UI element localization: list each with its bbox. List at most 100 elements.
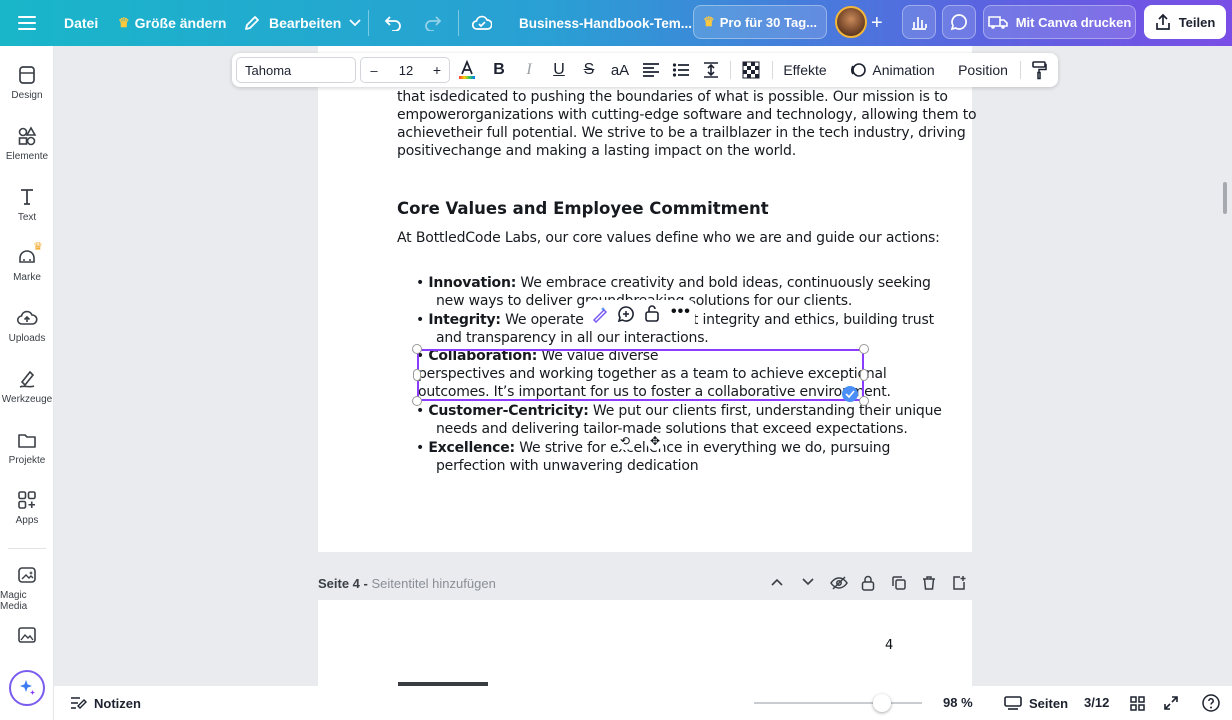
list-item-title: Excellence: — [428, 440, 515, 456]
letter-case-button[interactable]: aA — [608, 53, 632, 87]
add-page-icon[interactable] — [951, 575, 967, 591]
top-bar: Datei ♛ Größe ändern Bearbeiten Business… — [0, 0, 1232, 46]
magic-media-icon — [18, 567, 36, 583]
add-collaborator-button[interactable]: + — [871, 0, 883, 46]
zoom-value[interactable]: 98 % — [943, 695, 973, 710]
pencil-icon — [245, 16, 259, 30]
move-handle[interactable]: ✥ — [646, 432, 664, 450]
text-color-button[interactable] — [456, 53, 478, 87]
zoom-slider-fill — [754, 702, 882, 704]
transparency-button[interactable] — [740, 53, 762, 87]
font-family-select[interactable]: Tahoma — [236, 57, 356, 83]
pro-trial-button[interactable]: ♛ Pro für 30 Tag... — [693, 5, 827, 39]
resize-handle[interactable] — [412, 344, 422, 354]
zoom-slider[interactable] — [754, 694, 922, 712]
hide-page-icon[interactable] — [830, 576, 848, 590]
strikethrough-button[interactable]: S — [578, 53, 600, 87]
shapes-icon — [18, 126, 37, 146]
spacing-button[interactable] — [700, 53, 722, 87]
font-size-input[interactable]: 12 — [390, 53, 422, 87]
avatar[interactable] — [835, 6, 867, 38]
text-selection-frame[interactable] — [417, 349, 864, 401]
comments-button[interactable] — [942, 5, 976, 39]
resize-handle[interactable] — [859, 396, 869, 406]
insights-button[interactable] — [902, 5, 936, 39]
sidebar-item-uploads[interactable]: Uploads — [0, 307, 54, 344]
resize-handle[interactable] — [413, 369, 421, 381]
sidebar-item-apps[interactable]: Apps — [0, 489, 54, 526]
edit-menu[interactable]: Bearbeiten — [243, 0, 361, 46]
effects-button[interactable]: Effekte — [780, 53, 830, 87]
magic-assistant-button[interactable] — [9, 670, 45, 706]
pages-icon — [1004, 696, 1022, 710]
sidebar-item-label: Text — [17, 212, 37, 223]
share-button[interactable]: Teilen — [1144, 5, 1226, 39]
file-menu[interactable]: Datei — [64, 0, 98, 46]
lead-paragraph: At BottledCode Labs, our core values def… — [397, 230, 940, 246]
page-title[interactable]: Seite 4 - Seitentitel hinzufügen — [318, 576, 496, 591]
sidebar-item-elements[interactable]: Elemente — [0, 125, 54, 162]
section-heading: Core Values and Employee Commitment — [397, 199, 769, 218]
lock-icon[interactable] — [644, 304, 660, 322]
sidebar-item-text[interactable]: Text — [0, 186, 54, 223]
transparency-icon — [742, 61, 760, 79]
cloud-save-status[interactable] — [472, 0, 492, 46]
underline-button[interactable]: U — [548, 53, 570, 87]
sidebar-item-projects[interactable]: Projekte — [0, 429, 54, 466]
element-context-toolbar: ••• — [585, 300, 695, 328]
sidebar-item-magic-media[interactable]: Magic Media — [0, 564, 54, 612]
sidebar-item-design[interactable]: Design — [0, 64, 54, 101]
copy-style-button[interactable] — [1028, 53, 1050, 87]
italic-button[interactable]: I — [518, 53, 540, 87]
animation-button[interactable]: Animation — [844, 53, 940, 87]
print-with-canva-button[interactable]: Mit Canva drucken — [983, 5, 1136, 39]
layout-icon — [19, 66, 35, 84]
chevron-up-icon[interactable] — [771, 578, 783, 586]
redo-button[interactable] — [424, 0, 442, 46]
document-title[interactable]: Business-Handbook-Tem... — [519, 0, 692, 46]
sidebar-item-brand[interactable]: Marke ♛ — [0, 241, 54, 283]
more-options-icon[interactable]: ••• — [671, 303, 691, 321]
paragraph-line: positivechange and making a lasting impa… — [397, 143, 797, 159]
position-button[interactable]: Position — [954, 53, 1012, 87]
help-icon[interactable] — [1202, 694, 1220, 712]
resize-handle[interactable] — [860, 369, 868, 381]
redo-icon — [425, 16, 442, 31]
font-size-increase-button[interactable]: + — [428, 53, 446, 87]
lock-icon[interactable] — [861, 575, 875, 591]
pages-button[interactable]: Seiten — [1004, 686, 1068, 720]
list-item-title: Integrity: — [428, 312, 501, 328]
resize-handle[interactable] — [859, 344, 869, 354]
strikethrough-icon: S — [583, 61, 595, 78]
sidebar-item-label: Magic Media — [0, 590, 28, 612]
undo-button[interactable] — [384, 0, 402, 46]
notes-button[interactable]: Notizen — [70, 686, 141, 720]
sidebar-item-image[interactable] — [0, 624, 54, 650]
vertical-scrollbar[interactable] — [1223, 182, 1227, 214]
edit-label: Bearbeiten — [269, 15, 342, 31]
grid-view-icon[interactable] — [1130, 696, 1145, 711]
list-item-text: We strive for excellence in everything w… — [514, 440, 891, 456]
canvas-page-4[interactable]: 4 — [318, 600, 972, 690]
main-menu-button[interactable] — [18, 0, 36, 46]
zoom-slider-thumb[interactable] — [872, 694, 891, 712]
bold-button[interactable]: B — [488, 53, 510, 87]
list-button[interactable] — [670, 53, 692, 87]
sidebar-item-label: Elemente — [5, 151, 49, 162]
duplicate-page-icon[interactable] — [891, 575, 907, 591]
resize-handle[interactable] — [412, 396, 422, 406]
notes-label: Notizen — [94, 695, 141, 711]
resize-button[interactable]: ♛ Größe ändern — [118, 0, 226, 46]
align-button[interactable] — [640, 53, 662, 87]
plus-icon: + — [432, 62, 442, 78]
trash-icon[interactable] — [921, 575, 937, 591]
chevron-down-icon[interactable] — [802, 578, 814, 586]
comment-add-icon[interactable] — [617, 305, 635, 323]
rotate-handle[interactable]: ⟲ — [616, 432, 634, 450]
magic-edit-icon[interactable] — [591, 305, 609, 323]
font-size-decrease-button[interactable]: – — [364, 53, 384, 87]
sidebar-item-tools[interactable]: Werkzeuge — [0, 368, 54, 405]
crown-icon: ♛ — [118, 15, 130, 30]
animation-icon — [851, 63, 867, 77]
fullscreen-icon[interactable] — [1163, 695, 1179, 711]
